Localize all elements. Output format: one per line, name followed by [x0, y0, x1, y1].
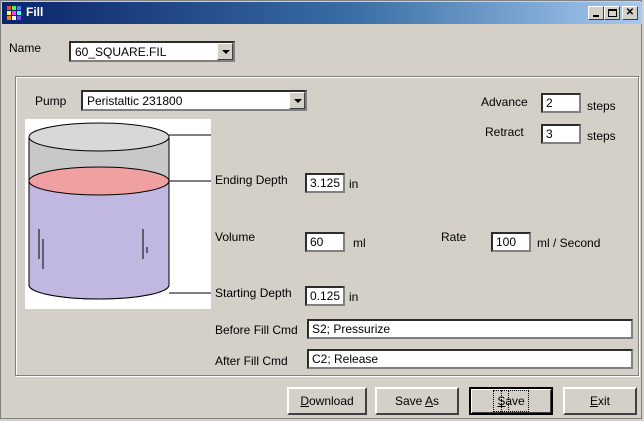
exit-label: xit [598, 394, 610, 408]
starting-depth-label: Starting Depth [215, 286, 292, 300]
save-button[interactable]: Save [469, 387, 553, 415]
after-fill-label: After Fill Cmd [215, 354, 288, 368]
rate-label: Rate [441, 230, 467, 244]
advance-unit: steps [587, 99, 616, 113]
starting-depth-input[interactable]: 0.125 [305, 286, 345, 306]
ending-depth-label: Ending Depth [215, 173, 288, 187]
tank-illustration [25, 119, 211, 309]
retract-unit: steps [587, 129, 616, 143]
tank-liquid [28, 181, 170, 300]
volume-unit: ml [353, 236, 366, 250]
save-as-button[interactable]: Save As [375, 387, 459, 415]
starting-depth-unit: in [349, 290, 359, 304]
chevron-down-icon[interactable] [217, 43, 233, 60]
maximize-icon [607, 9, 617, 17]
close-icon: ✕ [625, 7, 635, 18]
volume-input[interactable]: 60 [305, 232, 345, 252]
maximize-button[interactable] [604, 6, 620, 20]
save-as-accel: A [425, 394, 434, 408]
name-combobox[interactable]: 60_SQUARE.FIL [69, 41, 235, 62]
volume-label: Volume [215, 230, 256, 244]
window-title: Fill [26, 5, 44, 19]
exit-button[interactable]: Exit [563, 387, 637, 415]
name-label: Name [9, 41, 42, 55]
rate-input[interactable]: 100 [491, 232, 531, 252]
exit-accel: E [589, 394, 598, 408]
title-bar[interactable]: Fill ✕ [2, 2, 642, 24]
retract-input[interactable]: 3 [541, 124, 581, 144]
pump-combobox[interactable]: Peristaltic 231800 [81, 90, 307, 111]
fill-dialog: Fill ✕ Name 60_SQUARE.FIL Pump Peristalt… [0, 0, 642, 419]
advance-label: Advance [481, 95, 528, 109]
minimize-button[interactable] [588, 6, 604, 20]
pump-label: Pump [35, 94, 67, 108]
save-label: ave [501, 390, 529, 412]
close-button[interactable]: ✕ [622, 6, 638, 20]
rate-unit: ml / Second [537, 236, 601, 250]
advance-input[interactable]: 2 [541, 93, 581, 113]
save-as-label-post: s [433, 394, 440, 408]
before-fill-label: Before Fill Cmd [215, 323, 298, 337]
minimize-icon [593, 15, 599, 17]
name-value: 60_SQUARE.FIL [75, 45, 167, 59]
save-as-label-pre: Save [394, 394, 425, 408]
tank-liquid-surface [28, 166, 170, 196]
tank-rim [28, 122, 170, 152]
app-icon [7, 6, 21, 20]
pump-value: Peristaltic 231800 [87, 94, 183, 108]
download-accel: D [300, 394, 309, 408]
ending-depth-input[interactable]: 3.125 [305, 173, 345, 193]
chevron-down-icon[interactable] [289, 92, 305, 109]
after-fill-input[interactable]: C2; Release [307, 349, 633, 369]
retract-label: Retract [485, 125, 524, 139]
ending-depth-unit: in [349, 177, 359, 191]
download-label: ownload [308, 394, 354, 408]
before-fill-input[interactable]: S2; Pressurize [307, 319, 633, 339]
download-button[interactable]: Download [287, 387, 367, 415]
